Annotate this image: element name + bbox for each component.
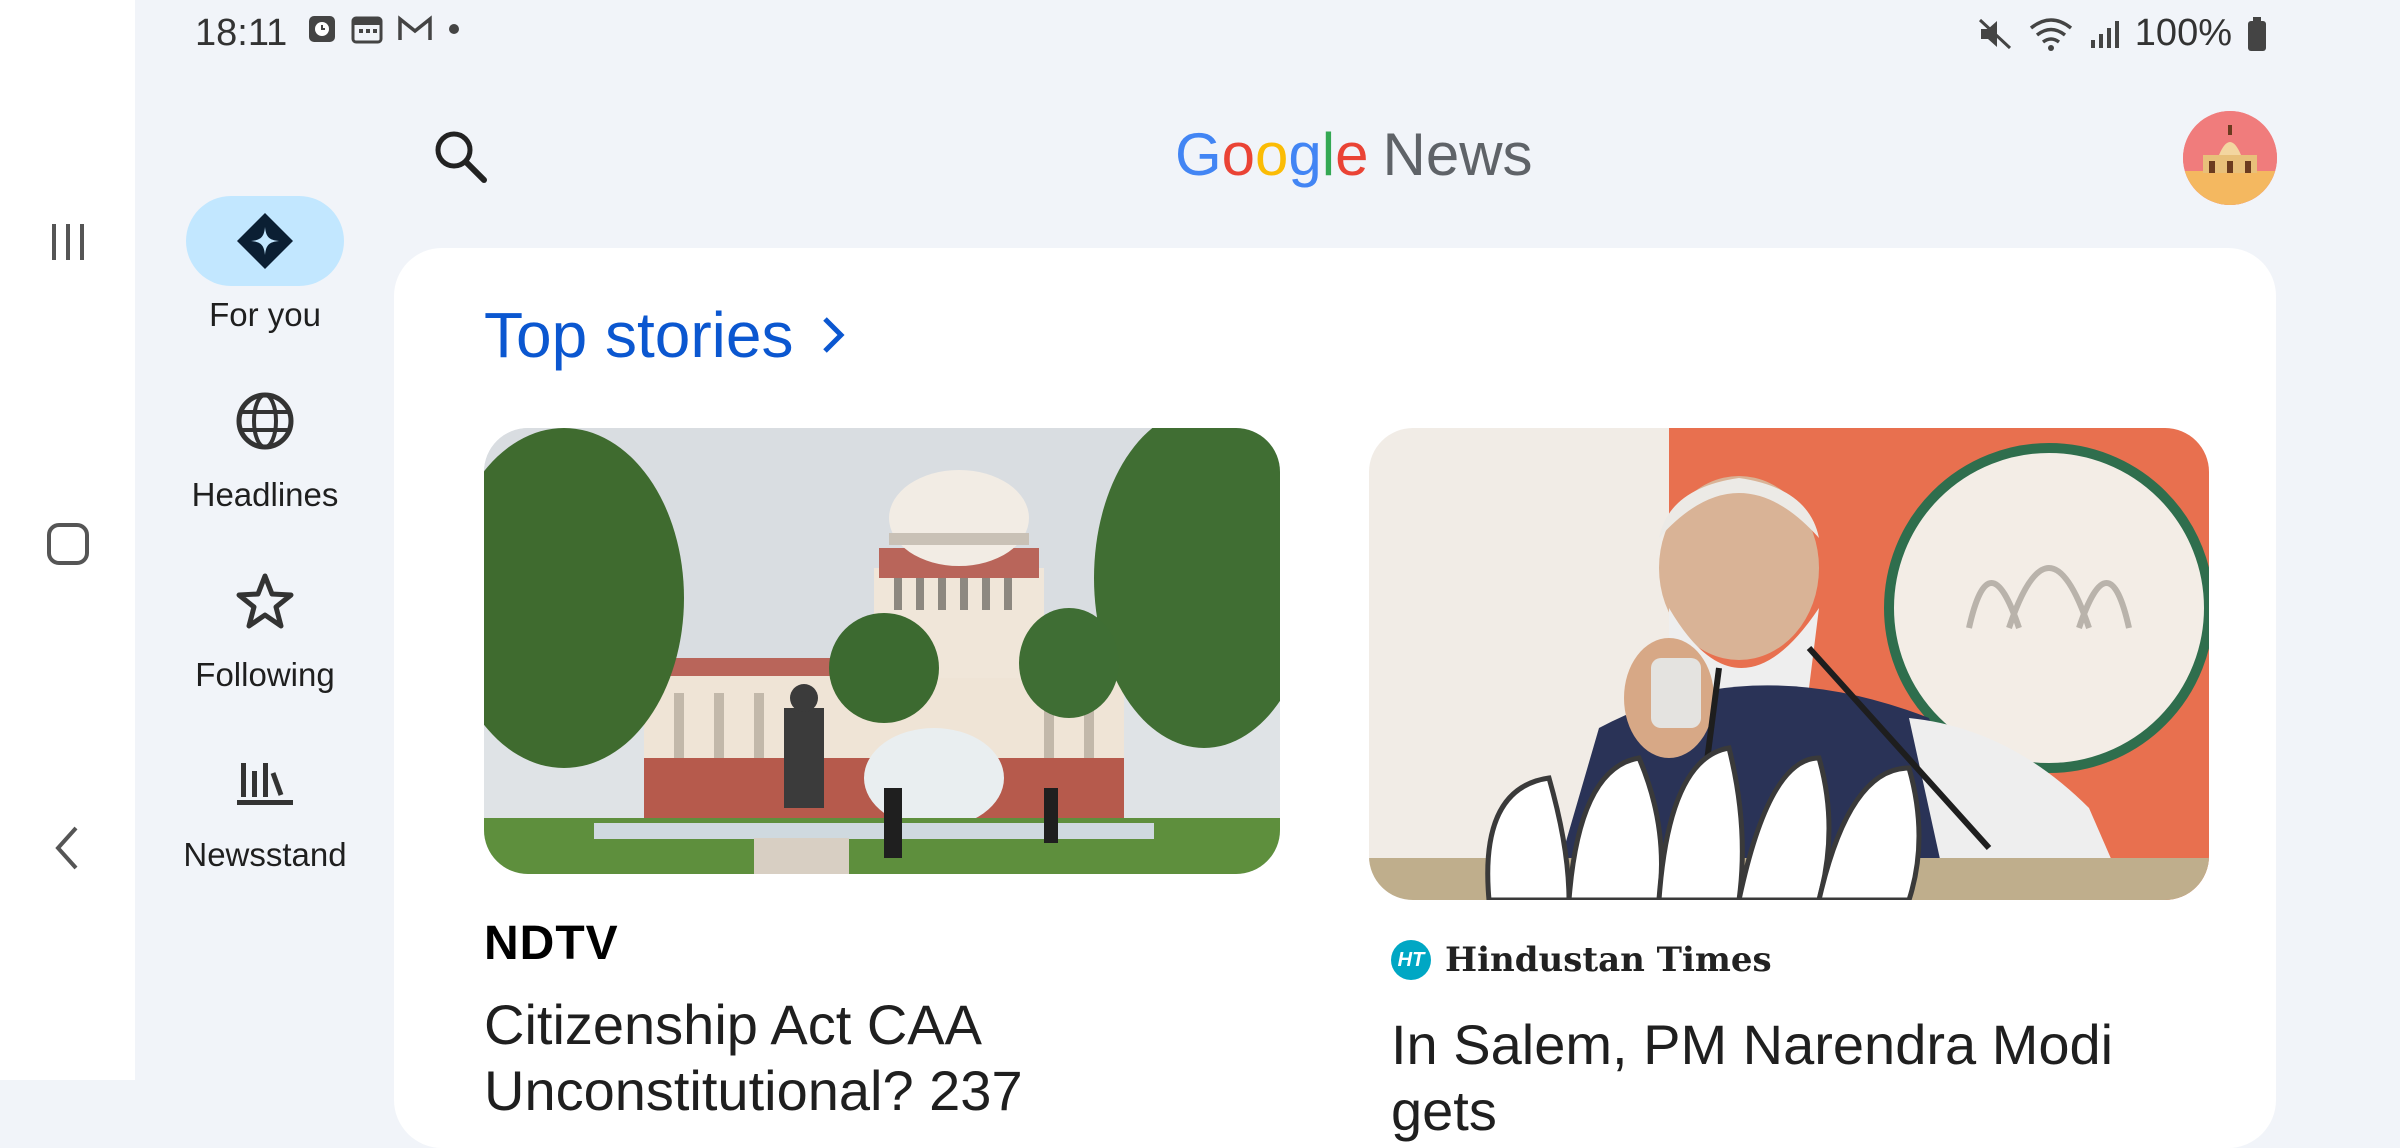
newsstand-pill[interactable] xyxy=(186,736,344,826)
google-news-logo: Google News xyxy=(1175,120,1533,189)
rail-label-following: Following xyxy=(195,656,335,693)
home-icon xyxy=(47,523,89,565)
back-button[interactable] xyxy=(40,820,96,876)
app-nav-rail: For you Headlines Following Newsstand xyxy=(135,64,395,1080)
gmail-icon xyxy=(398,15,432,40)
headline-1-line-1: Citizenship Act CAA xyxy=(484,993,982,1056)
logo-google: Google xyxy=(1175,121,1369,188)
recent-apps-button[interactable] xyxy=(40,214,96,270)
rail-label-newsstand: Newsstand xyxy=(183,836,347,873)
top-stories-card: Top stories NDTV Citizenship Act CAA Unc… xyxy=(394,248,2276,1148)
status-bar: 18:11 100% xyxy=(135,0,2400,64)
clock-app-icon xyxy=(309,16,335,42)
top-stories-header[interactable]: Top stories xyxy=(484,298,849,372)
rail-item-newsstand[interactable]: Newsstand xyxy=(135,736,395,874)
back-chevron-icon xyxy=(55,826,78,870)
avatar-image-icon xyxy=(2183,111,2277,205)
wifi-icon xyxy=(2029,17,2072,51)
recent-apps-icon xyxy=(52,224,84,260)
star-icon xyxy=(236,573,294,629)
rail-label-for-you: For you xyxy=(209,296,321,333)
search-icon xyxy=(435,131,487,183)
home-button[interactable] xyxy=(40,516,96,572)
following-pill[interactable] xyxy=(186,556,344,646)
headlines-pill[interactable] xyxy=(186,376,344,466)
status-right: 100% xyxy=(1977,12,2268,55)
notification-icons xyxy=(307,14,461,44)
headline-1-line-2: Unconstitutional? 237 xyxy=(484,1059,1023,1122)
battery-icon xyxy=(2248,16,2266,51)
story-image-2[interactable] xyxy=(1369,428,2209,900)
pm-modi-photo xyxy=(1369,428,2209,900)
rail-item-headlines[interactable]: Headlines xyxy=(135,376,395,514)
globe-icon xyxy=(236,392,294,450)
rail-item-following[interactable]: Following xyxy=(135,556,395,694)
for-you-pill[interactable] xyxy=(186,196,344,286)
rail-item-for-you[interactable]: For you xyxy=(135,196,395,334)
account-avatar[interactable] xyxy=(2183,111,2277,205)
system-nav-bar xyxy=(0,0,135,1080)
battery-percent: 100% xyxy=(2134,12,2232,54)
headline-2-line-1: In Salem, PM Narendra Modi gets xyxy=(1391,1013,2114,1142)
section-title: Top stories xyxy=(484,299,794,371)
newsstand-bars-icon xyxy=(237,763,293,805)
source-name-ht: Hindustan Times xyxy=(1445,940,1772,980)
story-headline-1[interactable]: Citizenship Act CAA Unconstitutional? 23… xyxy=(484,992,1264,1124)
source-logo-ndtv: NDTV xyxy=(484,917,619,970)
source-logo-hindustan-times: HT Hindustan Times xyxy=(1391,940,1772,980)
supreme-court-photo xyxy=(484,428,1280,874)
calendar-icon xyxy=(351,16,383,44)
signal-icon xyxy=(2090,20,2119,48)
story-image-1[interactable] xyxy=(484,428,1280,874)
status-time: 18:11 xyxy=(195,12,288,54)
rail-label-headlines: Headlines xyxy=(191,476,339,513)
for-you-diamond-icon xyxy=(237,213,293,269)
mute-icon xyxy=(1978,18,2011,49)
more-notifications-dot-icon xyxy=(449,24,459,34)
story-headline-2[interactable]: In Salem, PM Narendra Modi gets xyxy=(1391,1012,2211,1144)
logo-news: News xyxy=(1382,121,1533,188)
story-card-2[interactable]: HT Hindustan Times In Salem, PM Narendra… xyxy=(1369,428,2209,1142)
ht-badge-icon: HT xyxy=(1391,940,1431,980)
chevron-right-icon xyxy=(823,317,846,353)
story-card-1[interactable]: NDTV Citizenship Act CAA Unconstitutiona… xyxy=(484,428,1280,1122)
search-button[interactable] xyxy=(430,126,490,186)
